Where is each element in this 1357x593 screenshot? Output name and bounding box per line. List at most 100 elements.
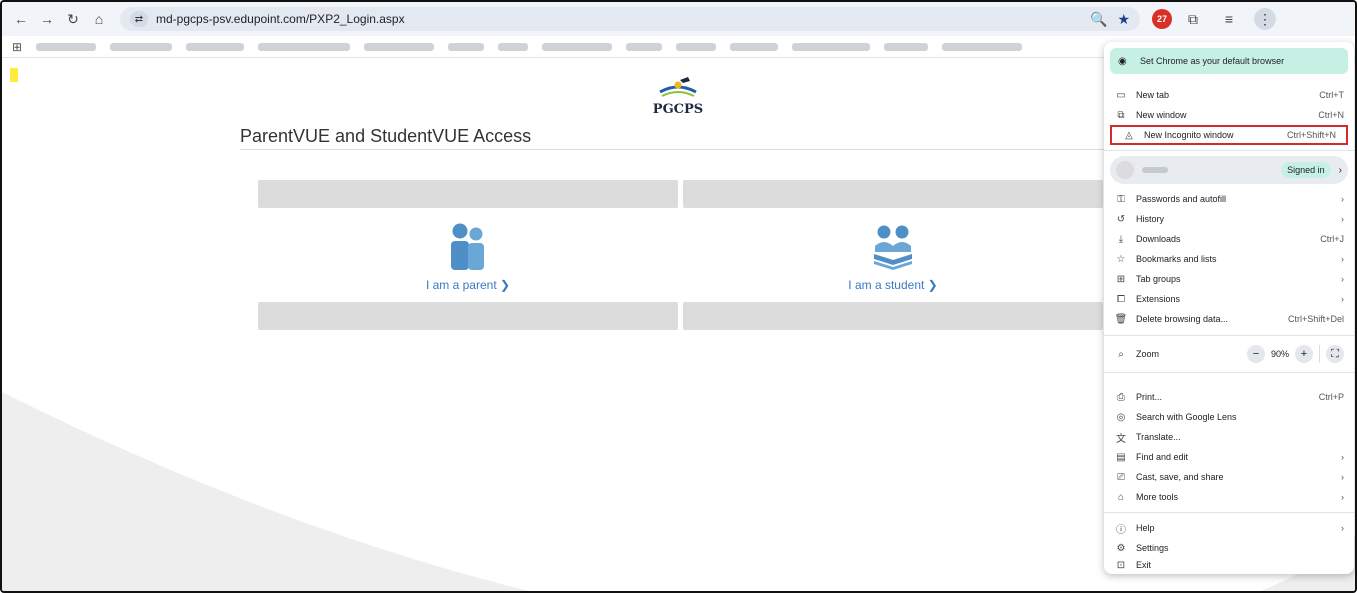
bookmark-star-icon[interactable]: ★ xyxy=(1117,11,1130,28)
back-icon[interactable]: ← xyxy=(10,8,32,30)
chevron-right-icon: › xyxy=(1341,214,1344,224)
menu-new-tab[interactable]: ▭ New tab Ctrl+T xyxy=(1104,85,1354,105)
key-icon: ⚿ xyxy=(1117,193,1125,205)
menu-extensions[interactable]: ⧠ Extensions › xyxy=(1104,289,1354,309)
bookmark-item[interactable] xyxy=(258,42,351,51)
forward-icon[interactable]: → xyxy=(36,8,58,30)
menu-exit[interactable]: ⊡ Exit xyxy=(1104,558,1354,572)
page-title: ParentVUE and StudentVUE Access xyxy=(240,126,532,146)
browser-window: ← → ↻ ⌂ ⇄ md-pgcps-psv.edupoint.com/PXP2… xyxy=(0,0,1357,593)
reload-icon[interactable]: ↻ xyxy=(62,8,84,30)
menu-translate[interactable]: 文 Translate... xyxy=(1104,427,1354,447)
gear-icon: ⚙ xyxy=(1116,542,1126,554)
menu-label: Passwords and autofill xyxy=(1136,194,1227,204)
site-info-icon[interactable]: ⇄ xyxy=(130,11,148,27)
menu-delete-browsing-data[interactable]: 🗑 Delete browsing data... Ctrl+Shift+Del xyxy=(1104,309,1354,329)
chevron-right-icon: › xyxy=(1341,492,1344,502)
parent-icon xyxy=(448,222,488,275)
menu-find-and-edit[interactable]: ▤ Find and edit › xyxy=(1104,447,1354,467)
apps-grid-icon[interactable]: ⊞ xyxy=(12,40,22,54)
menu-passwords[interactable]: ⚿ Passwords and autofill › xyxy=(1104,189,1354,209)
bookmark-item[interactable] xyxy=(676,42,717,51)
bookmark-item[interactable] xyxy=(626,42,663,51)
extension-badge-icon[interactable]: 27 xyxy=(1152,9,1172,29)
signed-in-badge: Signed in xyxy=(1281,162,1331,178)
bookmark-item[interactable] xyxy=(792,42,871,51)
student-icon xyxy=(870,222,916,275)
find-icon: ▤ xyxy=(1116,451,1126,463)
bookmark-item[interactable] xyxy=(730,42,779,51)
profile-icon[interactable]: ≡ xyxy=(1218,8,1240,30)
parent-panel[interactable]: I am a parent ❯ xyxy=(258,180,678,330)
default-browser-banner[interactable]: ◉ Set Chrome as your default browser xyxy=(1110,48,1348,74)
bookmark-item[interactable] xyxy=(542,42,613,51)
chevron-right-icon: › xyxy=(1341,523,1344,533)
menu-label: Print... xyxy=(1136,392,1163,402)
new-tab-icon: ▭ xyxy=(1116,89,1126,101)
zoom-out-button[interactable]: − xyxy=(1246,345,1265,363)
banner-label: Set Chrome as your default browser xyxy=(1140,56,1285,66)
menu-new-window[interactable]: ⧉ New window Ctrl+N xyxy=(1104,105,1354,125)
logo-emblem-icon xyxy=(659,77,697,97)
avatar xyxy=(1116,161,1134,179)
menu-label: Exit xyxy=(1136,560,1152,570)
extensions-puzzle-icon[interactable]: ⧉ xyxy=(1182,8,1204,30)
bookmark-item[interactable] xyxy=(498,42,529,51)
bookmark-item[interactable] xyxy=(364,42,435,51)
zoom-icon: ⌕ xyxy=(1118,348,1124,360)
menu-tab-groups[interactable]: ⊞ Tab groups › xyxy=(1104,269,1354,289)
bookmark-item[interactable] xyxy=(448,42,485,51)
chevron-right-icon: › xyxy=(1341,452,1344,462)
menu-label: New Incognito window xyxy=(1144,130,1234,140)
menu-label: Bookmarks and lists xyxy=(1136,254,1217,264)
menu-label: Cast, save, and share xyxy=(1136,472,1224,482)
parent-link[interactable]: I am a parent ❯ xyxy=(258,278,678,292)
bookmark-item[interactable] xyxy=(36,42,97,51)
zoom-indicator-icon[interactable]: 🔍 xyxy=(1090,11,1107,28)
incognito-icon: ◬ xyxy=(1125,129,1133,141)
address-bar[interactable]: ⇄ md-pgcps-psv.edupoint.com/PXP2_Login.a… xyxy=(120,7,1140,31)
menu-bookmarks[interactable]: ☆ Bookmarks and lists › xyxy=(1104,249,1354,269)
fullscreen-icon[interactable]: ⛶ xyxy=(1326,345,1344,363)
menu-new-incognito-window[interactable]: ◬ New Incognito window Ctrl+Shift+N xyxy=(1110,125,1348,145)
download-icon: ⤓ xyxy=(1118,233,1124,245)
panel-header-bar xyxy=(683,180,1103,208)
menu-shortcut: Ctrl+P xyxy=(1318,392,1344,402)
menu-google-lens[interactable]: ◎ Search with Google Lens xyxy=(1104,407,1354,427)
profile-row[interactable]: Signed in › xyxy=(1110,156,1348,184)
trash-icon: 🗑 xyxy=(1114,313,1128,325)
home-icon[interactable]: ⌂ xyxy=(88,8,110,30)
menu-label: History xyxy=(1136,214,1165,224)
menu-label: Help xyxy=(1136,523,1155,533)
chrome-menu-button[interactable]: ⋮ xyxy=(1254,8,1276,30)
bookmark-item[interactable] xyxy=(110,42,173,51)
menu-label: Zoom xyxy=(1136,349,1160,359)
panel-header-bar xyxy=(258,180,678,208)
menu-divider xyxy=(1104,335,1354,336)
pgcps-logo: PGCPS xyxy=(648,76,708,122)
student-link[interactable]: I am a student ❯ xyxy=(683,278,1103,292)
menu-help[interactable]: ⓘ Help › xyxy=(1104,518,1354,538)
menu-print[interactable]: ⎙ Print... Ctrl+P xyxy=(1104,387,1354,407)
menu-shortcut: Ctrl+J xyxy=(1320,234,1344,244)
printer-icon: ⎙ xyxy=(1117,391,1125,403)
zoom-in-button[interactable]: + xyxy=(1295,345,1313,363)
menu-downloads[interactable]: ⤓ Downloads Ctrl+J xyxy=(1104,229,1354,249)
menu-history[interactable]: ↺ History › xyxy=(1104,209,1354,229)
menu-label: Downloads xyxy=(1136,234,1181,244)
chevron-right-icon: › xyxy=(1338,164,1342,176)
menu-settings[interactable]: ⚙ Settings xyxy=(1104,538,1354,558)
bookmark-item[interactable] xyxy=(186,42,245,51)
logo-text: PGCPS xyxy=(652,102,704,117)
menu-shortcut: Ctrl+Shift+N xyxy=(1286,130,1336,140)
chrome-logo-icon: ◉ xyxy=(1118,55,1127,67)
menu-label: New tab xyxy=(1136,90,1170,100)
menu-cast-save-share[interactable]: ⎚ Cast, save, and share › xyxy=(1104,467,1354,487)
menu-label: Find and edit xyxy=(1136,452,1189,462)
bookmark-item[interactable] xyxy=(942,42,1023,51)
menu-more-tools[interactable]: ⌂ More tools › xyxy=(1104,487,1354,507)
bookmark-item[interactable] xyxy=(884,42,929,51)
cast-icon: ⎚ xyxy=(1117,471,1125,483)
student-panel[interactable]: I am a student ❯ xyxy=(683,180,1103,330)
browser-toolbar: ← → ↻ ⌂ ⇄ md-pgcps-psv.edupoint.com/PXP2… xyxy=(2,2,1355,36)
